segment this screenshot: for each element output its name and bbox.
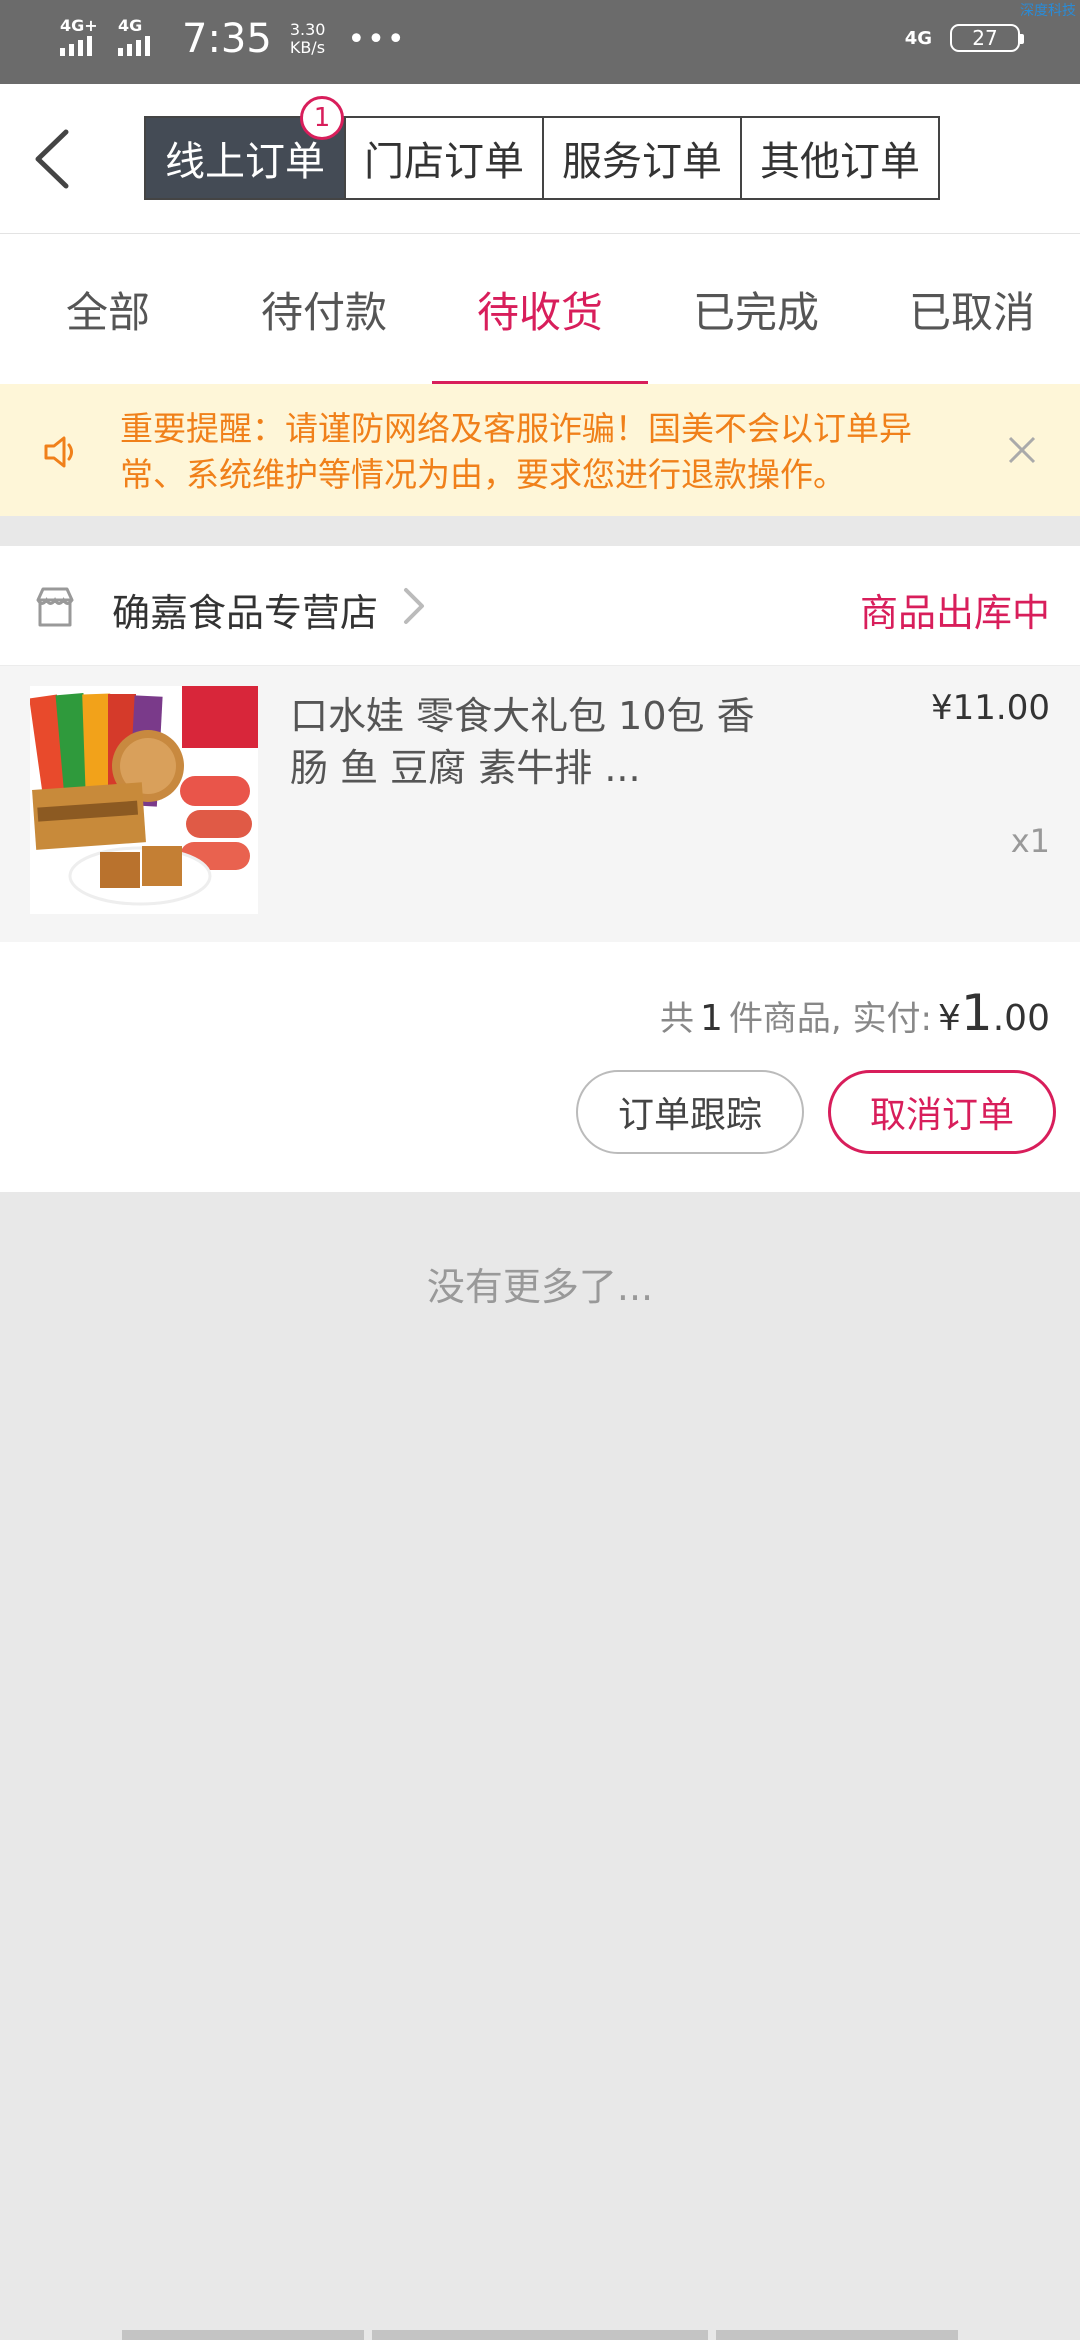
order-summary: 共 1 件商品, 实付: ¥ 1 .00 (660, 984, 1050, 1042)
item-count: 1 (700, 998, 723, 1039)
network-type: 4G+ (60, 16, 98, 35)
bottom-navigation-hint (0, 2330, 1080, 2340)
product-title: 口水娃 零食大礼包 10包 香肠 鱼 豆腐 素牛排 ... (290, 694, 755, 790)
tab-pending-receipt[interactable]: 待收货 (432, 234, 648, 384)
currency-symbol: ¥ (938, 998, 961, 1039)
signal-icon: 4G (118, 16, 166, 62)
network-type: 4G (118, 16, 143, 35)
battery-icon: 27 (950, 24, 1024, 52)
product-item[interactable]: 口水娃 零食大礼包 10包 香肠 鱼 豆腐 素牛排 ... ¥11.00 x1 (0, 666, 1080, 942)
tab-pending-payment[interactable]: 待付款 (216, 234, 432, 384)
segment-store-orders[interactable]: 门店订单 (344, 118, 542, 198)
shop-row[interactable]: 确嘉食品专营店 商品出库中 (0, 546, 1080, 666)
order-source-segment: 线上订单 1 门店订单 服务订单 其他订单 (144, 96, 940, 200)
watermark: 深度科技 (1020, 3, 1076, 19)
product-price: ¥11.00 (931, 688, 1050, 728)
segment-label: 门店订单 (364, 139, 524, 185)
close-icon[interactable] (1006, 434, 1038, 466)
shop-name: 确嘉食品专营店 (112, 591, 379, 635)
count-badge: 1 (300, 96, 344, 140)
segment-other-orders[interactable]: 其他订单 (740, 118, 938, 198)
summary-prefix: 共 (660, 999, 695, 1039)
speed-value: 3.30 (289, 20, 326, 39)
speaker-icon (44, 436, 73, 468)
back-button[interactable] (24, 124, 84, 194)
product-quantity: x1 (1010, 822, 1050, 860)
chevron-right-icon (404, 588, 424, 624)
notice-text: 重要提醒：请谨防网络及客服诈骗！国美不会以订单异常、系统维护等情况为由，要求您进… (120, 409, 912, 494)
order-status-tabs: 全部 待付款 待收货 已完成 已取消 (0, 234, 1080, 384)
fraud-warning-notice: 重要提醒：请谨防网络及客服诈骗！国美不会以订单异常、系统维护等情况为由，要求您进… (0, 384, 1080, 516)
status-bar: 4G+ 4G 7:35 3.30 KB/s ••• 4G 27 深度科技 (0, 0, 1080, 84)
order-status: 商品出库中 (859, 591, 1050, 635)
segment-label: 服务订单 (562, 139, 722, 185)
network-speed: 3.30 KB/s (290, 21, 326, 57)
tab-completed[interactable]: 已完成 (648, 234, 864, 384)
store-icon (36, 587, 74, 627)
track-order-button[interactable]: 订单跟踪 (576, 1070, 804, 1154)
tab-all[interactable]: 全部 (0, 234, 216, 384)
segment-label: 其他订单 (760, 139, 920, 185)
segment-online-orders[interactable]: 线上订单 1 (146, 96, 344, 198)
clock: 7:35 (182, 16, 272, 62)
app-header: 线上订单 1 门店订单 服务订单 其他订单 (0, 84, 1080, 234)
signal-icon: 4G+ (60, 16, 108, 62)
segment-label: 线上订单 (165, 139, 325, 185)
end-of-list-text: 没有更多了... (426, 1265, 654, 1309)
tab-cancelled[interactable]: 已取消 (864, 234, 1080, 384)
network-type-right: 4G (904, 27, 932, 49)
cancel-order-button[interactable]: 取消订单 (828, 1070, 1056, 1154)
amount-integer: 1 (960, 984, 993, 1042)
amount-decimal: .00 (992, 998, 1050, 1039)
speed-unit: KB/s (289, 38, 326, 57)
segment-service-orders[interactable]: 服务订单 (542, 118, 740, 198)
chevron-left-icon (35, 129, 69, 189)
summary-middle: 件商品, 实付: (728, 999, 933, 1039)
product-image (30, 686, 258, 914)
more-notifications-icon: ••• (347, 21, 407, 57)
order-summary-panel: 共 1 件商品, 实付: ¥ 1 .00 订单跟踪 取消订单 (0, 942, 1080, 1192)
